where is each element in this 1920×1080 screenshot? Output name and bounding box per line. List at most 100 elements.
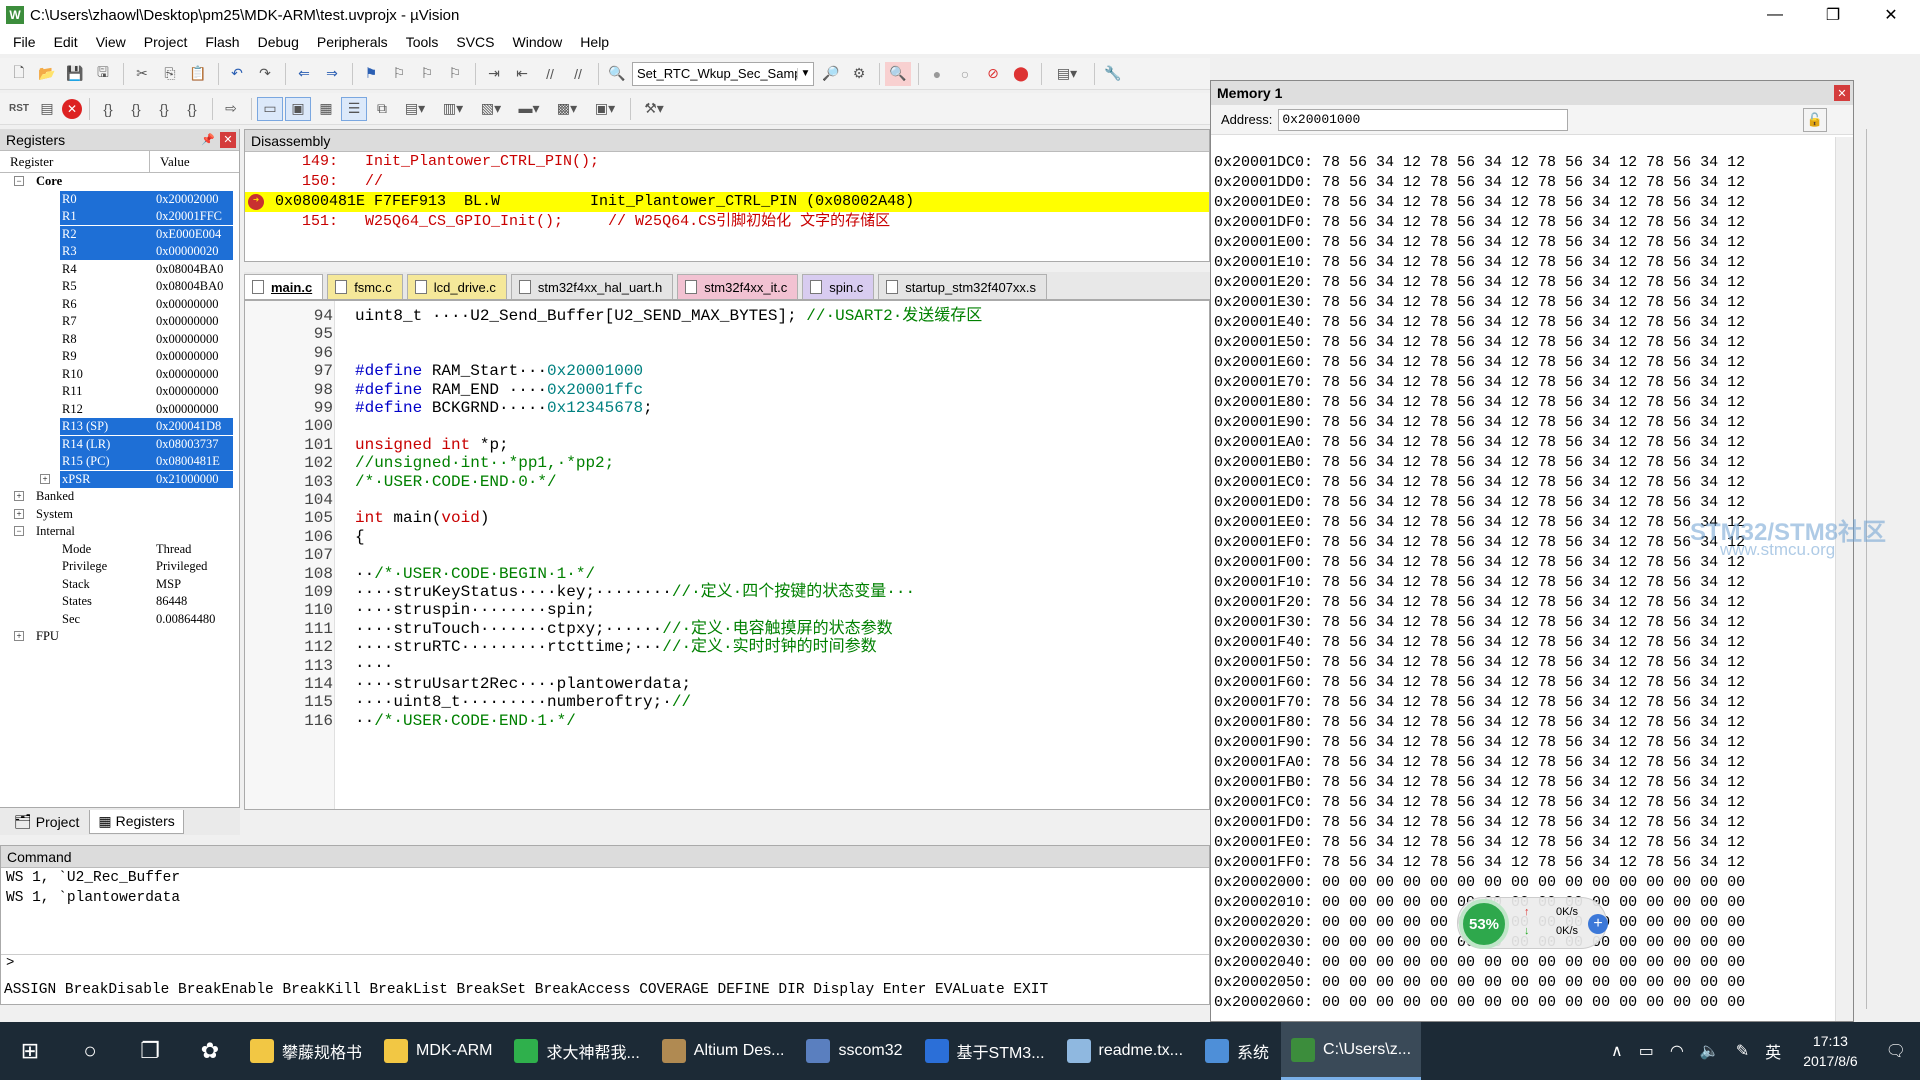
register-row[interactable]: Stack MSP bbox=[0, 576, 239, 594]
register-row[interactable]: Privilege Privileged bbox=[0, 558, 239, 576]
memory-row[interactable]: 0x20001F90: 78 56 34 12 78 56 34 12 78 5… bbox=[1214, 733, 1834, 753]
redo-icon[interactable]: ↷ bbox=[252, 62, 278, 86]
registers-window-icon[interactable]: ☰ bbox=[341, 96, 367, 121]
disassembly-window-icon[interactable]: ▣ bbox=[285, 96, 311, 121]
find-in-files-icon[interactable]: 🔍 bbox=[604, 62, 630, 86]
disassembly-line[interactable]: 151: W25Q64_CS_GPIO_Init(); // W25Q64.CS… bbox=[245, 212, 1209, 232]
nav-back-icon[interactable]: ⇐ bbox=[291, 62, 317, 86]
register-row[interactable]: R3 0x00000020 bbox=[0, 243, 239, 261]
register-row[interactable]: R2 0xE000E004 bbox=[0, 225, 239, 244]
nav-forward-icon[interactable]: ⇒ bbox=[319, 62, 345, 86]
expand-icon[interactable]: + bbox=[14, 508, 24, 519]
memory-row[interactable]: 0x20001EB0: 78 56 34 12 78 56 34 12 78 5… bbox=[1214, 453, 1834, 473]
menu-help[interactable]: Help bbox=[571, 30, 618, 54]
cut-icon[interactable]: ✂ bbox=[129, 62, 155, 86]
expand-icon[interactable]: + bbox=[14, 631, 24, 641]
taskbar-app[interactable]: 系统 bbox=[1195, 1022, 1279, 1080]
serial-windows-icon[interactable]: ▧▾ bbox=[473, 97, 509, 121]
menu-peripherals[interactable]: Peripherals bbox=[308, 30, 397, 54]
register-row[interactable]: R7 0x00000000 bbox=[0, 313, 239, 331]
memory-row[interactable]: 0x20001F80: 78 56 34 12 78 56 34 12 78 5… bbox=[1214, 713, 1834, 733]
register-row[interactable]: + Banked bbox=[0, 488, 239, 506]
register-row[interactable]: R9 0x00000000 bbox=[0, 348, 239, 366]
disable-breakpoints-icon[interactable]: ⊘ bbox=[980, 62, 1006, 86]
editor-tab[interactable]: fsmc.c bbox=[327, 274, 403, 299]
memory-row[interactable]: 0x20001ED0: 78 56 34 12 78 56 34 12 78 5… bbox=[1214, 493, 1834, 513]
ime-indicator[interactable]: 英 bbox=[1757, 1039, 1789, 1063]
register-row[interactable]: R4 0x08004BA0 bbox=[0, 261, 239, 279]
copy-icon[interactable]: ⎘ bbox=[157, 62, 183, 86]
memory-row[interactable]: 0x20001E30: 78 56 34 12 78 56 34 12 78 5… bbox=[1214, 293, 1834, 313]
register-row[interactable]: R10 0x00000000 bbox=[0, 366, 239, 384]
register-row[interactable]: R12 0x00000000 bbox=[0, 401, 239, 419]
windows-start-icon[interactable]: ⊞ bbox=[0, 1022, 60, 1080]
menu-edit[interactable]: Edit bbox=[45, 30, 87, 54]
col-value-header[interactable]: Value bbox=[150, 151, 238, 172]
comment-icon[interactable]: // bbox=[537, 62, 563, 86]
indent-icon[interactable]: ⇥ bbox=[481, 62, 507, 86]
memory-row[interactable]: 0x20001FE0: 78 56 34 12 78 56 34 12 78 5… bbox=[1214, 833, 1834, 853]
net-speed-widget[interactable]: 53% ↑ ↓ 0K/s 0K/s + bbox=[1457, 897, 1608, 949]
step-into-icon[interactable]: {} bbox=[95, 97, 121, 121]
editor-tab[interactable]: startup_stm32f407xx.s bbox=[878, 274, 1048, 299]
memory-row[interactable]: 0x20001F20: 78 56 34 12 78 56 34 12 78 5… bbox=[1214, 593, 1834, 613]
close-icon[interactable]: ✕ bbox=[1834, 85, 1850, 101]
battery-icon[interactable]: ▭ bbox=[1631, 1041, 1662, 1061]
chevron-down-icon[interactable]: ▼ bbox=[797, 68, 813, 79]
tab-registers[interactable]: ▦ Registers bbox=[89, 809, 184, 834]
configure-icon[interactable]: 🔧 bbox=[1100, 62, 1126, 86]
step-over-icon[interactable]: {} bbox=[123, 97, 149, 121]
minimize-button[interactable]: — bbox=[1746, 0, 1804, 30]
memory-row[interactable]: 0x20001E60: 78 56 34 12 78 56 34 12 78 5… bbox=[1214, 353, 1834, 373]
memory-row[interactable]: 0x20001FC0: 78 56 34 12 78 56 34 12 78 5… bbox=[1214, 793, 1834, 813]
register-row[interactable]: + FPU bbox=[0, 628, 239, 646]
bookmark-icon[interactable]: ⚑ bbox=[358, 62, 384, 86]
editor-tab[interactable]: spin.c bbox=[802, 274, 875, 299]
unindent-icon[interactable]: ⇤ bbox=[509, 62, 535, 86]
debug-session-icon[interactable]: 🔍 bbox=[885, 61, 911, 86]
memory-row[interactable]: 0x20001F50: 78 56 34 12 78 56 34 12 78 5… bbox=[1214, 653, 1834, 673]
memory-row[interactable]: 0x20001FB0: 78 56 34 12 78 56 34 12 78 5… bbox=[1214, 773, 1834, 793]
menu-debug[interactable]: Debug bbox=[249, 30, 308, 54]
pin-icon[interactable]: 📌 bbox=[199, 132, 217, 148]
enable-breakpoint-icon[interactable]: ○ bbox=[952, 62, 978, 86]
uncomment-icon[interactable]: // bbox=[565, 62, 591, 86]
register-row[interactable]: Sec 0.00864480 bbox=[0, 611, 239, 629]
command-window-icon[interactable]: ▭ bbox=[257, 96, 283, 121]
close-icon[interactable]: ✕ bbox=[220, 131, 236, 148]
taskbar-app[interactable]: Altium Des... bbox=[652, 1022, 795, 1080]
memory-row[interactable]: 0x20001FF0: 78 56 34 12 78 56 34 12 78 5… bbox=[1214, 853, 1834, 873]
bookmark-clear-icon[interactable]: ⚐ bbox=[442, 62, 468, 86]
memory-row[interactable]: 0x20001EA0: 78 56 34 12 78 56 34 12 78 5… bbox=[1214, 433, 1834, 453]
menu-flash[interactable]: Flash bbox=[196, 30, 248, 54]
lock-icon[interactable]: 🔓 bbox=[1803, 107, 1827, 132]
paste-icon[interactable]: 📋 bbox=[185, 62, 211, 86]
menu-view[interactable]: View bbox=[87, 30, 135, 54]
menu-svcs[interactable]: SVCS bbox=[447, 30, 503, 54]
memory-row[interactable]: 0x20001F70: 78 56 34 12 78 56 34 12 78 5… bbox=[1214, 693, 1834, 713]
save-icon[interactable]: 💾 bbox=[62, 62, 88, 86]
disassembly-line[interactable]: ➜ 0x0800481E F7FEF913 BL.W Init_Plantower… bbox=[245, 192, 1209, 212]
register-row[interactable]: R15 (PC) 0x0800481E bbox=[0, 453, 239, 471]
expand-icon[interactable]: + bbox=[14, 491, 24, 501]
memory-row[interactable]: 0x20001FA0: 78 56 34 12 78 56 34 12 78 5… bbox=[1214, 753, 1834, 773]
memory-row[interactable]: 0x20001E40: 78 56 34 12 78 56 34 12 78 5… bbox=[1214, 313, 1834, 333]
step-out-icon[interactable]: {} bbox=[151, 97, 177, 121]
memory-row[interactable]: 0x20001E70: 78 56 34 12 78 56 34 12 78 5… bbox=[1214, 373, 1834, 393]
pen-icon[interactable]: ✎ bbox=[1728, 1041, 1757, 1061]
menu-window[interactable]: Window bbox=[504, 30, 572, 54]
reset-icon[interactable]: RST bbox=[6, 97, 32, 121]
window-layout-icon[interactable]: ▤▾ bbox=[1047, 62, 1087, 86]
taskbar-app[interactable]: sscom32 bbox=[796, 1022, 912, 1080]
taskbar-app[interactable]: C:\Users\z... bbox=[1281, 1022, 1422, 1080]
open-file-icon[interactable]: 📂 bbox=[34, 62, 60, 86]
plus-icon[interactable]: + bbox=[1588, 914, 1608, 934]
register-row[interactable]: R13 (SP) 0x200041D8 bbox=[0, 418, 239, 436]
register-row[interactable]: Mode Thread bbox=[0, 541, 239, 559]
register-row[interactable]: + System bbox=[0, 506, 239, 524]
expand-icon[interactable]: + bbox=[40, 473, 50, 484]
register-row[interactable]: R6 0x00000000 bbox=[0, 296, 239, 314]
memory-row[interactable]: 0x20001F40: 78 56 34 12 78 56 34 12 78 5… bbox=[1214, 633, 1834, 653]
memory-row[interactable]: 0x20001E80: 78 56 34 12 78 56 34 12 78 5… bbox=[1214, 393, 1834, 413]
register-row[interactable]: R0 0x20002000 bbox=[0, 190, 239, 209]
